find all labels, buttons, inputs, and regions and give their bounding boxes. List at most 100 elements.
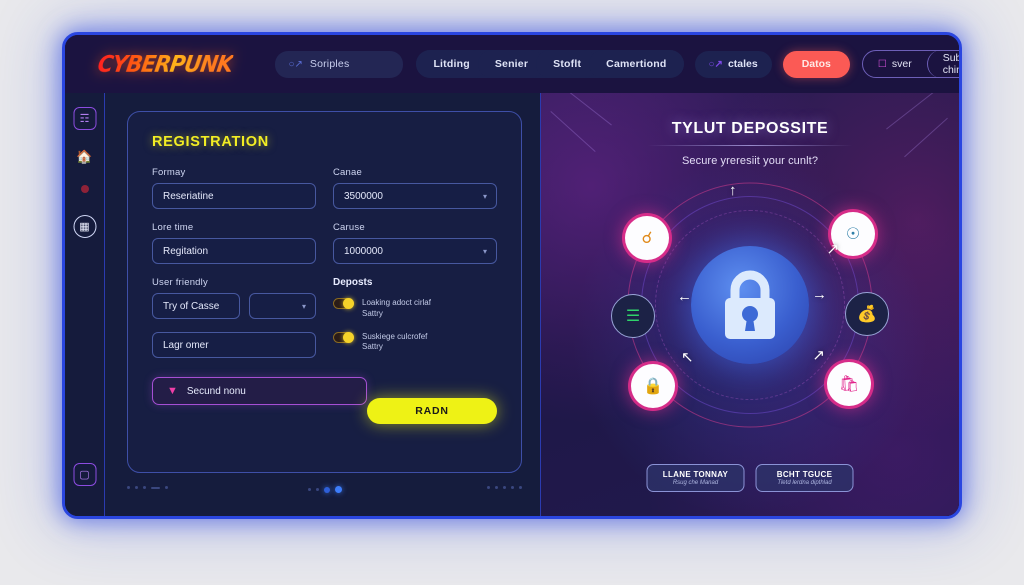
hero-button-bcht-tguce[interactable]: BCHT TGUCE Tletd lerdna dipthlad <box>755 464 854 492</box>
toggle-row-1[interactable]: Loaking adoct cirlaf Sattry <box>333 298 497 320</box>
dot-active[interactable] <box>334 486 342 493</box>
toggle-label-2: Suskiege culcrofef Sattry <box>362 332 427 354</box>
search-icon: ○↗ <box>708 58 723 70</box>
secure-button-label: Secund nonu <box>186 385 246 397</box>
nav-chip-ctales-label: ctales <box>727 58 758 70</box>
security-orbit-diagram: ☌ ☉ ☰ 💰 🔒 🛍 ↑ ← → ↖ ↗ ↗ <box>611 180 889 430</box>
dot <box>143 486 146 489</box>
grid-icon: ▦ <box>73 215 96 238</box>
dot <box>503 486 506 489</box>
deposits-heading: Deposts <box>333 277 373 288</box>
sidebar-item-documents[interactable]: ☶ <box>73 107 96 130</box>
nav-chip-ctales[interactable]: ○↗ ctales <box>694 50 772 78</box>
dot <box>135 486 138 489</box>
nav-item-camertiond[interactable]: Camertiond <box>589 50 684 78</box>
nav-item-litding[interactable]: Litding <box>416 50 487 78</box>
orbit-icon-shopping-bag[interactable]: 🛍 <box>827 362 871 406</box>
bookmark-icon: ▢ <box>73 463 96 486</box>
label-user-friendly: User friendly <box>152 277 208 288</box>
label-formay: Formay <box>152 167 186 178</box>
toggle-label-2-line1: Suskiege culcrofef <box>362 331 428 341</box>
nav-chip-datos[interactable]: Datos <box>782 50 850 78</box>
label-caruse: Caruse <box>333 222 365 233</box>
input-canae-value: 3500000 <box>344 190 383 202</box>
submit-button[interactable]: RADN <box>367 398 497 424</box>
registration-panel: REGISTRATION Formay Reseriatine Lore tim… <box>105 93 540 516</box>
dot <box>165 486 168 489</box>
home-icon: 🏠 <box>76 149 93 164</box>
magnifier-icon: ☌ <box>641 230 653 247</box>
orbit-icon-money-bag[interactable]: 💰 <box>845 292 889 336</box>
hero-subtitle: Secure yreresiit your cunlt? <box>681 155 819 167</box>
dot-active[interactable] <box>323 486 330 493</box>
dots-center[interactable] <box>307 486 342 493</box>
toggle-label-1: Loaking adoct cirlaf Sattry <box>362 298 431 320</box>
search-input-value: Soriples <box>309 58 350 70</box>
nav-outline-subyching[interactable]: Suby ching <box>926 50 959 78</box>
search-icon: ○↗ <box>288 58 303 70</box>
nav-item-senier[interactable]: Senier <box>477 50 546 78</box>
toggle-label-2-line2: Sattry <box>362 342 383 352</box>
secure-button[interactable]: ▼ Secund nonu <box>152 377 367 405</box>
form-column-right: Canae 3500000 ▾ Caruse 1000000 ▾ <box>333 167 497 277</box>
input-lagr-omer[interactable]: Lagr omer <box>152 332 316 358</box>
document-list-icon: ☶ <box>73 107 96 130</box>
orbit-icon-magnifier[interactable]: ☌ <box>625 216 669 260</box>
input-caruse[interactable]: 1000000 ▾ <box>333 238 497 264</box>
registration-card: REGISTRATION Formay Reseriatine Lore tim… <box>127 111 522 473</box>
input-lore-time[interactable]: Regitation <box>152 238 316 264</box>
shopping-bag-icon: 🛍 <box>838 376 860 393</box>
input-caruse-value: 1000000 <box>344 245 383 257</box>
form-grid-row-2: User friendly Try of Casse ▾ Lagr omer D… <box>152 277 497 371</box>
dot <box>519 486 522 489</box>
sidebar-item-home[interactable]: 🏠 <box>76 149 92 165</box>
hero-button-2-subtitle: Tletd lerdna dipthlad <box>777 480 832 486</box>
deposit-hero-panel: TYLUT DEPOSSITE Secure yreresiit your cu… <box>540 93 959 516</box>
dot <box>487 486 490 489</box>
input-try-of-casse[interactable]: Try of Casse <box>152 293 240 319</box>
dots-right <box>487 486 522 489</box>
input-formay[interactable]: Reseriatine <box>152 183 316 209</box>
dot <box>127 486 130 489</box>
toggle-switch-1[interactable] <box>333 298 354 309</box>
dot <box>511 486 514 489</box>
toggle-label-1-line2: Sattry <box>362 308 383 318</box>
user-friendly-row: Try of Casse ▾ <box>152 293 316 332</box>
network-icon: ☰ <box>625 308 641 325</box>
page-title: REGISTRATION <box>152 134 269 150</box>
sidebar-item-status[interactable] <box>80 185 89 193</box>
chevron-down-icon: ▾ <box>482 246 487 256</box>
main-content: REGISTRATION Formay Reseriatine Lore tim… <box>105 93 959 516</box>
input-canae[interactable]: 3500000 ▾ <box>333 183 497 209</box>
form-column-left-2: User friendly Try of Casse ▾ Lagr omer <box>152 277 316 371</box>
hero-button-llane-tonnay[interactable]: LLANE TONNAY Rsug che Manad <box>646 464 745 492</box>
orbit-icon-network[interactable]: ☰ <box>611 294 655 338</box>
toggle-label-1-line1: Loaking adoct cirlaf <box>362 298 431 307</box>
select-empty[interactable]: ▾ <box>249 293 316 319</box>
label-canae: Canae <box>333 167 362 178</box>
search-user-icon: ☉ <box>845 226 861 243</box>
hero-title: TYLUT DEPOSSITE <box>671 120 829 137</box>
money-bag-icon: 💰 <box>857 306 877 323</box>
dot <box>495 486 498 489</box>
brand-logo[interactable]: CYBERPUNK <box>96 51 235 77</box>
sidebar-item-grid[interactable]: ▦ <box>73 215 96 238</box>
chevron-down-icon: ▾ <box>482 191 487 201</box>
orbit-icon-shield-lock[interactable]: 🔒 <box>631 364 675 408</box>
dot[interactable] <box>307 488 311 491</box>
arrow-up-icon: ↑ <box>729 182 737 199</box>
dot[interactable] <box>315 488 319 491</box>
padlock-icon <box>691 246 809 364</box>
left-sidebar: ☶ 🏠 ▦ ▢ <box>65 93 105 516</box>
search-input[interactable]: ○↗ Soriples <box>275 50 404 78</box>
nav-outline-group: ☐ sver Suby ching <box>861 50 959 78</box>
arrow-left-icon: ← <box>677 288 692 305</box>
arrow-right-icon: → <box>812 286 827 303</box>
status-dot-icon <box>80 185 89 193</box>
hero-action-buttons: LLANE TONNAY Rsug che Manad BCHT TGUCE T… <box>646 464 854 492</box>
toggle-row-2[interactable]: Suskiege culcrofef Sattry <box>333 331 497 354</box>
sidebar-item-bookmark[interactable]: ▢ <box>73 463 96 486</box>
form-column-left: Formay Reseriatine Lore time Regitation <box>152 167 316 277</box>
nav-outline-sver[interactable]: ☐ sver <box>863 50 927 78</box>
toggle-switch-2[interactable] <box>333 331 354 343</box>
